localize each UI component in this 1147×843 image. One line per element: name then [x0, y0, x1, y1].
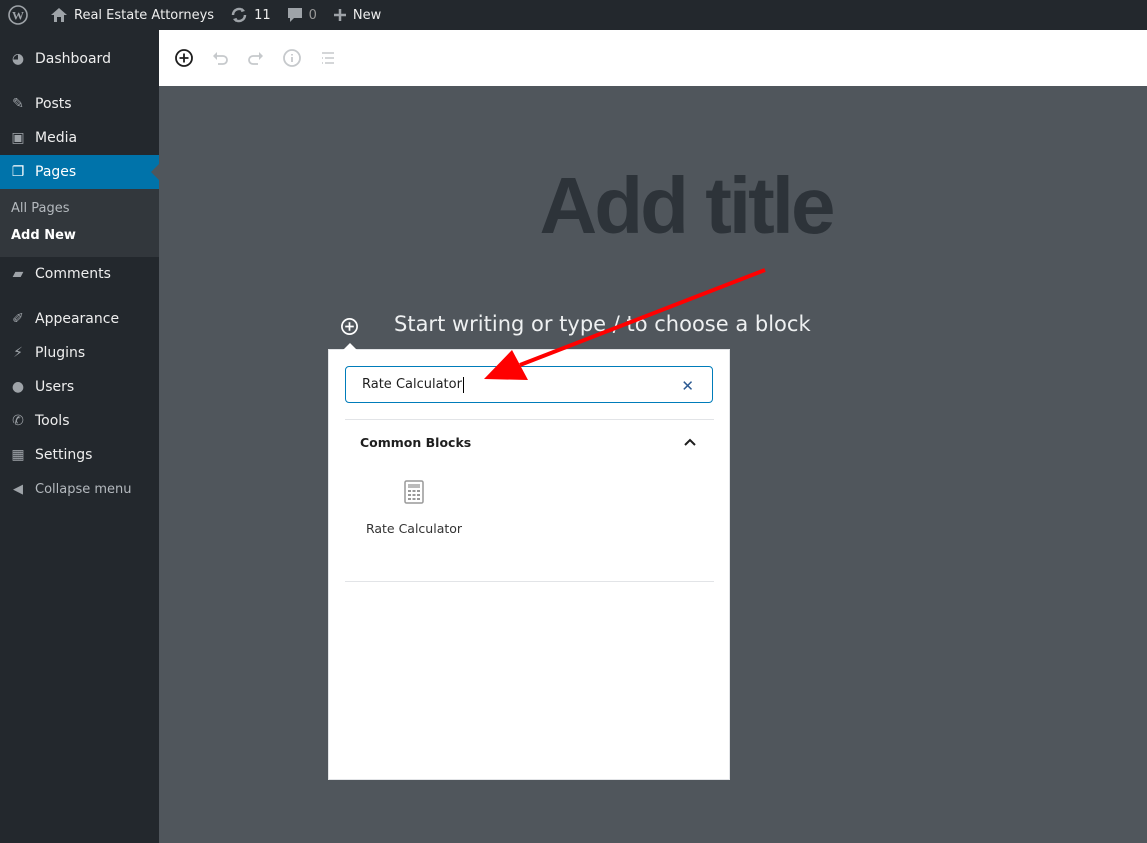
new-label: New	[352, 7, 382, 23]
wordpress-logo[interactable]: W	[0, 0, 42, 30]
block-item-rate-calculator[interactable]: Rate Calculator	[359, 480, 469, 550]
label: Collapse menu	[35, 481, 132, 497]
label: Appearance	[35, 311, 120, 327]
post-title-input[interactable]: Add title	[159, 160, 1147, 252]
pages-submenu: All Pages Add New	[0, 189, 159, 257]
label: Settings	[35, 447, 93, 463]
label: Plugins	[35, 345, 86, 361]
block-inserter-popover: Rate Calculator ✕ Common Blocks Rate Calc…	[328, 343, 730, 780]
collapse-menu-button[interactable]: ◀ Collapse menu	[0, 472, 159, 506]
editor-toolbar	[159, 30, 1147, 86]
inline-add-block-button[interactable]	[340, 317, 359, 336]
block-label: Rate Calculator	[365, 521, 463, 536]
sidebar-item-comments[interactable]: ▰ Comments	[0, 257, 159, 291]
comments-link[interactable]: 0	[279, 0, 325, 30]
label: Pages	[35, 164, 77, 180]
label: Media	[35, 130, 78, 146]
collapse-icon: ◀	[13, 481, 23, 497]
list-icon	[322, 52, 334, 64]
add-block-button[interactable]	[173, 47, 195, 69]
redo-icon	[248, 52, 263, 65]
chevron-up-icon[interactable]	[683, 435, 697, 449]
admin-bar: W Real Estate Attorneys 11 0 New	[0, 0, 1147, 30]
new-content-link[interactable]: New	[325, 0, 389, 30]
info-icon	[283, 49, 301, 67]
site-name-link[interactable]: Real Estate Attorneys	[42, 0, 222, 30]
updates-count: 11	[254, 7, 271, 23]
plus-icon	[333, 9, 346, 21]
pages-icon: ❐	[11, 164, 25, 180]
sidebar-item-media[interactable]: ▣ Media	[0, 121, 159, 155]
site-name: Real Estate Attorneys	[74, 7, 215, 23]
panel-title[interactable]: Common Blocks	[360, 435, 471, 450]
sidebar-item-posts[interactable]: ✎ Posts	[0, 87, 159, 121]
block-search-input[interactable]: Rate Calculator ✕	[345, 366, 713, 403]
comment-icon: ▰	[12, 266, 24, 282]
sidebar-item-plugins[interactable]: ⚡ Plugins	[0, 336, 159, 370]
wordpress-icon: W	[8, 5, 28, 25]
info-button[interactable]	[281, 47, 303, 69]
sidebar-item-tools[interactable]: ✆ Tools	[0, 404, 159, 438]
media-icon: ▣	[11, 130, 25, 146]
redo-button[interactable]	[245, 47, 267, 69]
calculator-icon	[404, 480, 424, 504]
submenu-all-pages[interactable]: All Pages	[0, 195, 159, 222]
search-value: Rate Calculator	[362, 377, 462, 392]
label: Posts	[35, 96, 72, 112]
sidebar-item-appearance[interactable]: ✐ Appearance	[0, 302, 159, 336]
submenu-add-new[interactable]: Add New	[0, 222, 159, 249]
label: Tools	[35, 413, 70, 429]
plug-icon: ⚡	[13, 345, 23, 361]
dashboard-icon: ◕	[11, 51, 25, 67]
label: Comments	[35, 266, 111, 282]
comment-icon	[287, 8, 302, 22]
label: Users	[35, 379, 75, 395]
sidebar-item-users[interactable]: ● Users	[0, 370, 159, 404]
undo-button[interactable]	[209, 47, 231, 69]
divider	[345, 581, 714, 582]
admin-sidebar: ◕ Dashboard ✎ Posts ▣ Media ❐ Pages All Page…	[0, 30, 159, 843]
outline-button[interactable]	[317, 47, 339, 69]
comments-count: 0	[308, 7, 317, 23]
sidebar-item-settings[interactable]: ▦ Settings	[0, 438, 159, 472]
home-icon	[51, 8, 67, 22]
block-placeholder[interactable]: Start writing or type / to choose a bloc…	[394, 312, 811, 336]
clear-search-button[interactable]: ✕	[681, 377, 694, 395]
settings-icon: ▦	[11, 447, 25, 463]
refresh-icon	[231, 7, 247, 23]
label: Dashboard	[35, 51, 111, 67]
wrench-icon: ✆	[12, 413, 24, 429]
pin-icon: ✎	[12, 96, 24, 112]
undo-icon	[213, 52, 228, 65]
sidebar-item-pages[interactable]: ❐ Pages	[0, 155, 159, 189]
brush-icon: ✐	[12, 311, 24, 327]
divider	[345, 419, 714, 420]
plus-circle-icon	[175, 49, 193, 67]
sidebar-item-dashboard[interactable]: ◕ Dashboard	[0, 42, 159, 76]
updates-link[interactable]: 11	[222, 0, 279, 30]
svg-text:W: W	[12, 9, 24, 23]
user-icon: ●	[11, 379, 25, 395]
